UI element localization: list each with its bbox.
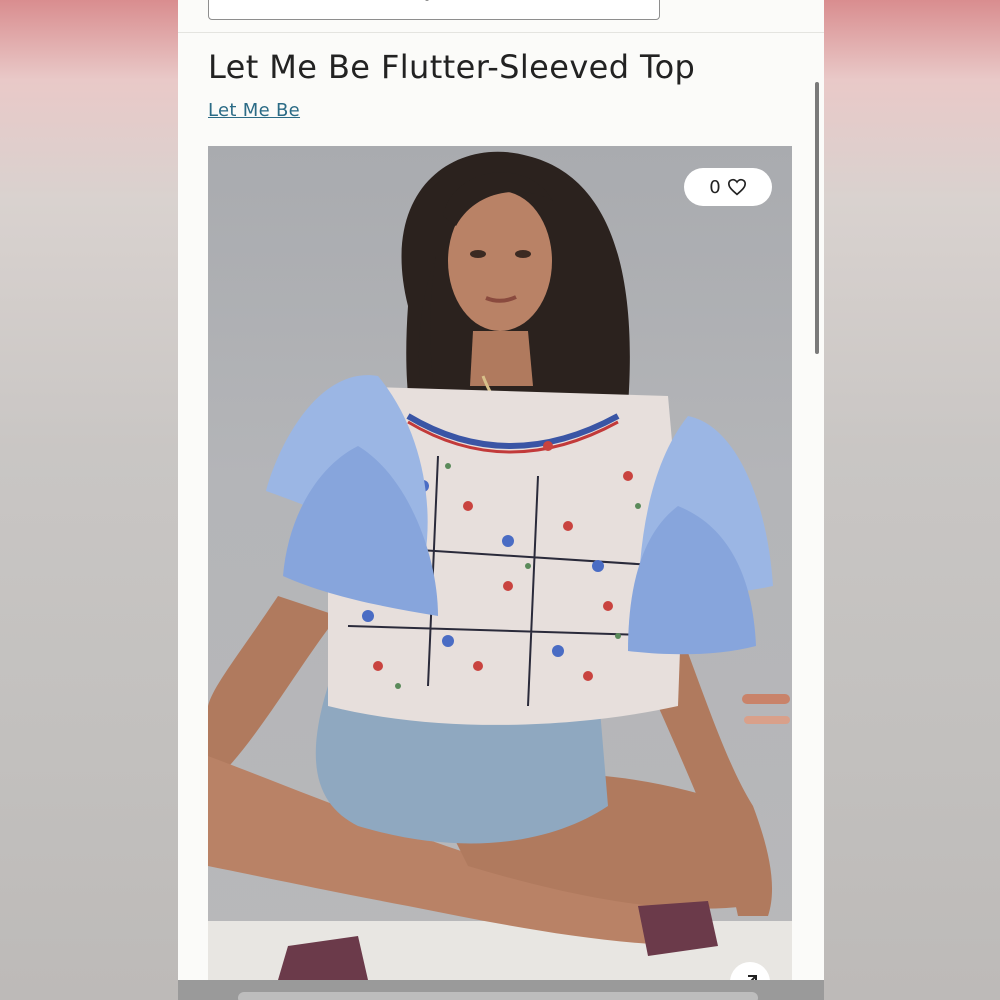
product-page: Let Me Be Flutter-Sleeved Top Let Me Be [178,0,824,1000]
scrollbar[interactable] [815,82,819,354]
selector-indicator [425,0,429,1]
like-button[interactable]: 0 [684,168,772,206]
home-indicator [238,992,758,1000]
expand-image-button[interactable] [730,962,770,980]
arrow-up-right-icon [748,975,757,980]
product-title: Let Me Be Flutter-Sleeved Top [208,48,696,86]
top-selector-field[interactable] [208,0,660,20]
model-illustration [208,151,792,980]
divider [178,32,824,33]
product-image[interactable]: 0 [208,146,792,980]
heart-outline-icon [727,178,746,196]
bottom-toolbar [178,980,824,1000]
brand-link[interactable]: Let Me Be [208,100,300,121]
like-count: 0 [709,176,721,198]
